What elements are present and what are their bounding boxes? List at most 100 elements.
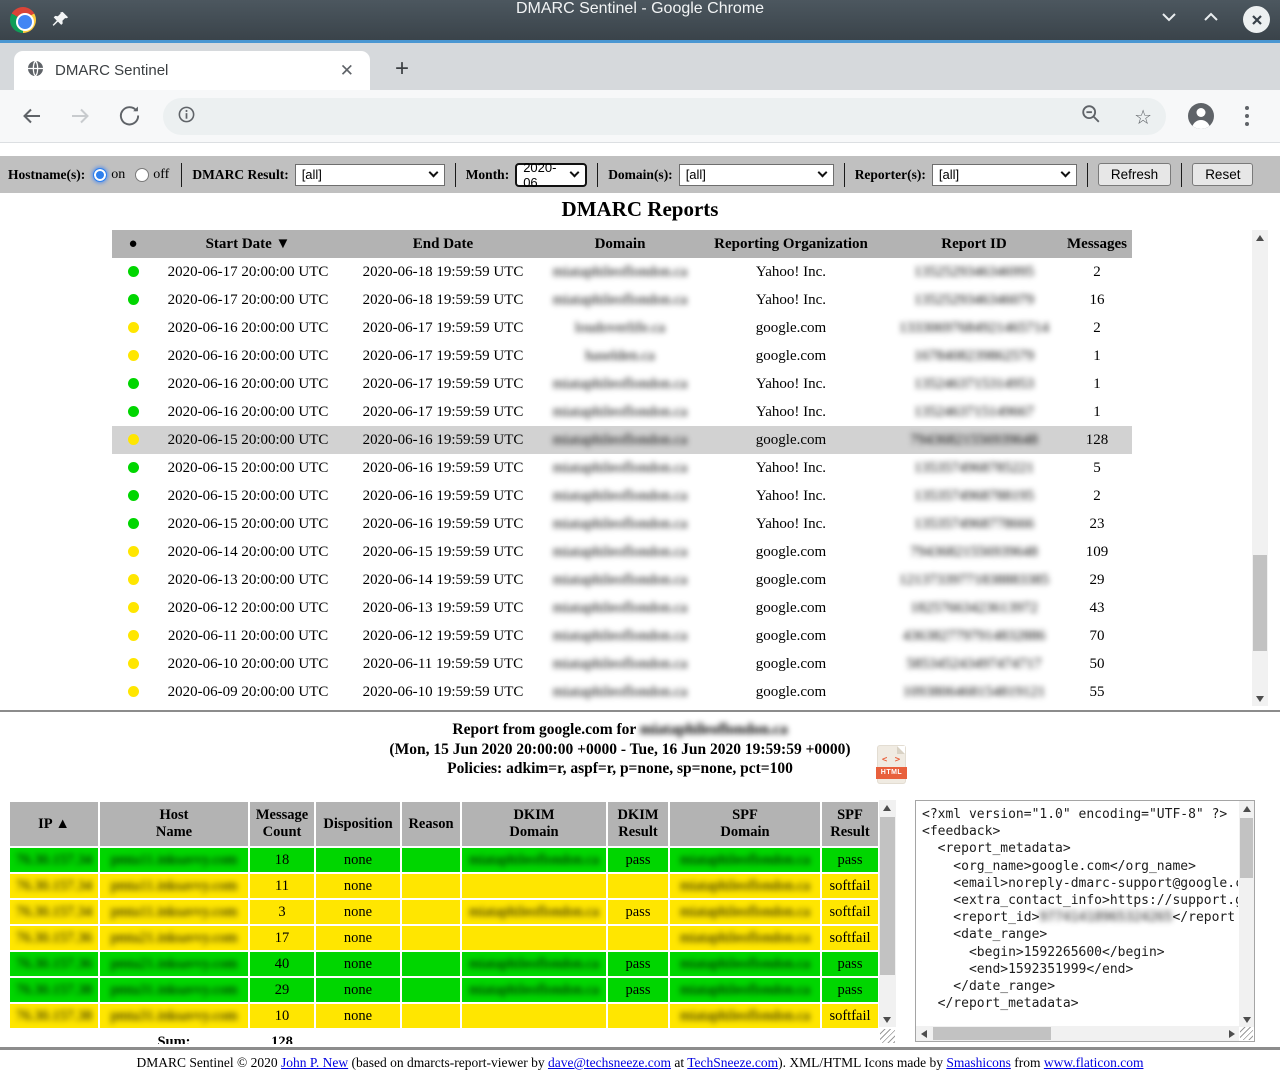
divider [1087, 163, 1088, 187]
forward-icon[interactable] [68, 104, 92, 133]
detail-row[interactable]: 76.30.157.34pmta11.inksavvy.com18nonemia… [9, 847, 879, 873]
resize-grip[interactable] [880, 1029, 895, 1043]
back-icon[interactable] [20, 104, 44, 133]
column-header[interactable]: Messages [1062, 230, 1132, 258]
scroll-up-icon[interactable] [1239, 801, 1254, 816]
start-date-cell: 2020-06-16 20:00:00 UTC [154, 398, 342, 426]
scrollbar-thumb[interactable] [933, 1027, 1051, 1040]
maximize-icon[interactable] [1201, 10, 1221, 29]
chevron-down-icon [1060, 168, 1070, 178]
xml-source-panel[interactable]: <?xml version="1.0" encoding="UTF-8" ?><… [915, 800, 1255, 1042]
month-select[interactable]: 2020-06 [515, 163, 587, 187]
report-row[interactable]: 2020-06-14 20:00:00 UTC2020-06-15 19:59:… [112, 538, 1132, 566]
xml-vscrollbar[interactable] [1239, 801, 1254, 1027]
redacted-spf-domain: miataphileoflondon.ca [680, 956, 810, 972]
new-tab-button[interactable]: + [388, 56, 416, 84]
resize-grip[interactable] [1240, 1027, 1253, 1040]
dmarc-result-select[interactable]: [all] [295, 164, 445, 186]
bookmark-star-icon[interactable]: ☆ [1134, 105, 1152, 129]
column-header[interactable]: Message Count [249, 801, 315, 847]
report-row[interactable]: 2020-06-16 20:00:00 UTC2020-06-17 19:59:… [112, 342, 1132, 370]
report-row[interactable]: 2020-06-12 20:00:00 UTC2020-06-13 19:59:… [112, 594, 1132, 622]
domain-select[interactable]: [all] [679, 164, 834, 186]
column-header[interactable]: IP ▲ [9, 801, 99, 847]
info-icon[interactable] [177, 105, 196, 129]
column-header[interactable]: Domain [544, 230, 696, 258]
footer-link[interactable]: dave@techsneeze.com [548, 1055, 671, 1070]
column-header[interactable]: Reason [401, 801, 461, 847]
profile-avatar[interactable] [1188, 103, 1214, 129]
report-row[interactable]: 2020-06-17 20:00:00 UTC2020-06-18 19:59:… [112, 286, 1132, 314]
refresh-button[interactable]: Refresh [1098, 163, 1171, 186]
detail-row[interactable]: 76.30.157.34pmta11.inksavvy.com3nonemiat… [9, 899, 879, 925]
scrollbar-thumb[interactable] [1240, 818, 1253, 878]
scrollbar-thumb[interactable] [1253, 555, 1267, 651]
report-row[interactable]: 2020-06-17 20:00:00 UTC2020-06-18 19:59:… [112, 258, 1132, 286]
column-header[interactable]: Host Name [99, 801, 249, 847]
menu-kebab-icon[interactable] [1245, 114, 1249, 118]
report-row[interactable]: 2020-06-10 20:00:00 UTC2020-06-11 19:59:… [112, 650, 1132, 678]
html-file-icon[interactable]: < > HTML [878, 746, 905, 783]
column-header[interactable]: ● [112, 230, 154, 258]
redacted-report-id: 12137339771838883385 [899, 572, 1049, 588]
scroll-down-icon[interactable] [879, 1012, 895, 1027]
xml-hscrollbar[interactable] [916, 1026, 1239, 1041]
column-header[interactable]: SPF Result [821, 801, 879, 847]
address-bar[interactable]: ☆ [163, 98, 1166, 135]
column-header[interactable]: Start Date ▼ [154, 230, 342, 258]
minimize-icon[interactable] [1159, 10, 1179, 29]
redacted-domain: miataphileoflondon.ca [553, 432, 688, 448]
scroll-down-icon[interactable] [1252, 691, 1268, 706]
hostname-on-radio[interactable] [93, 168, 107, 182]
column-header[interactable]: End Date [342, 230, 544, 258]
reports-scrollbar[interactable] [1252, 230, 1268, 706]
column-header[interactable]: Report ID [886, 230, 1062, 258]
tab-dmarc-sentinel[interactable]: DMARC Sentinel ✕ [14, 51, 370, 90]
reporter-select[interactable]: [all] [932, 164, 1077, 186]
detail-row[interactable]: 76.30.157.34pmta11.inksavvy.com11nonemia… [9, 873, 879, 899]
report-row[interactable]: 2020-06-15 20:00:00 UTC2020-06-16 19:59:… [112, 510, 1132, 538]
detail-row[interactable]: 76.30.157.38pmta31.inksavvy.com10nonemia… [9, 1003, 879, 1029]
hostname-off-radio[interactable] [135, 168, 149, 182]
footer-link[interactable]: TechSneeze.com [687, 1055, 778, 1070]
column-header[interactable]: DKIM Result [607, 801, 669, 847]
detail-row[interactable]: 76.30.157.36pmta21.inksavvy.com40nonemia… [9, 951, 879, 977]
zoom-out-icon[interactable] [1080, 103, 1102, 130]
tab-close-icon[interactable]: ✕ [336, 61, 358, 81]
report-id-cell: 18257663423613972 [886, 594, 1062, 622]
scrollbar-thumb[interactable] [880, 817, 895, 975]
report-row[interactable]: 2020-06-15 20:00:00 UTC2020-06-16 19:59:… [112, 426, 1132, 454]
footer-link[interactable]: www.flaticon.com [1044, 1055, 1144, 1070]
report-row[interactable]: 2020-06-15 20:00:00 UTC2020-06-16 19:59:… [112, 482, 1132, 510]
window-close-button[interactable] [1243, 6, 1270, 33]
footer-link[interactable]: Smashicons [946, 1055, 1011, 1070]
detail-row[interactable]: 76.30.157.36pmta21.inksavvy.com17nonemia… [9, 925, 879, 951]
column-header[interactable]: SPF Domain [669, 801, 821, 847]
report-row[interactable]: 2020-06-11 20:00:00 UTC2020-06-12 19:59:… [112, 622, 1132, 650]
report-row[interactable]: 2020-06-09 20:00:00 UTC2020-06-10 19:59:… [112, 678, 1132, 706]
report-row[interactable]: 2020-06-15 20:00:00 UTC2020-06-16 19:59:… [112, 454, 1132, 482]
footer-link[interactable]: John P. New [281, 1055, 348, 1070]
column-header[interactable]: Disposition [315, 801, 401, 847]
scroll-up-icon[interactable] [879, 800, 895, 815]
scroll-left-icon[interactable] [916, 1026, 931, 1041]
column-header[interactable]: Reporting Organization [696, 230, 886, 258]
reset-button[interactable]: Reset [1192, 163, 1253, 186]
detail-row[interactable]: 76.30.157.38pmta31.inksavvy.com29nonemia… [9, 977, 879, 1003]
detail-cell: miataphileoflondon.ca [461, 951, 607, 977]
reload-icon[interactable] [118, 104, 141, 132]
report-row[interactable]: 2020-06-16 20:00:00 UTC2020-06-17 19:59:… [112, 314, 1132, 342]
status-cell [112, 398, 154, 426]
report-row[interactable]: 2020-06-16 20:00:00 UTC2020-06-17 19:59:… [112, 398, 1132, 426]
org-cell: Yahoo! Inc. [696, 286, 886, 314]
detail-cell [401, 977, 461, 1003]
domain-cell: miataphileoflondon.ca [544, 622, 696, 650]
report-row[interactable]: 2020-06-13 20:00:00 UTC2020-06-14 19:59:… [112, 566, 1132, 594]
scroll-right-icon[interactable] [1224, 1026, 1239, 1041]
scroll-down-icon[interactable] [1239, 1012, 1254, 1027]
column-header[interactable]: DKIM Domain [461, 801, 607, 847]
report-row[interactable]: 2020-06-16 20:00:00 UTC2020-06-17 19:59:… [112, 370, 1132, 398]
org-cell: Yahoo! Inc. [696, 398, 886, 426]
scroll-up-icon[interactable] [1252, 230, 1268, 245]
detail-scrollbar[interactable] [879, 800, 896, 1027]
